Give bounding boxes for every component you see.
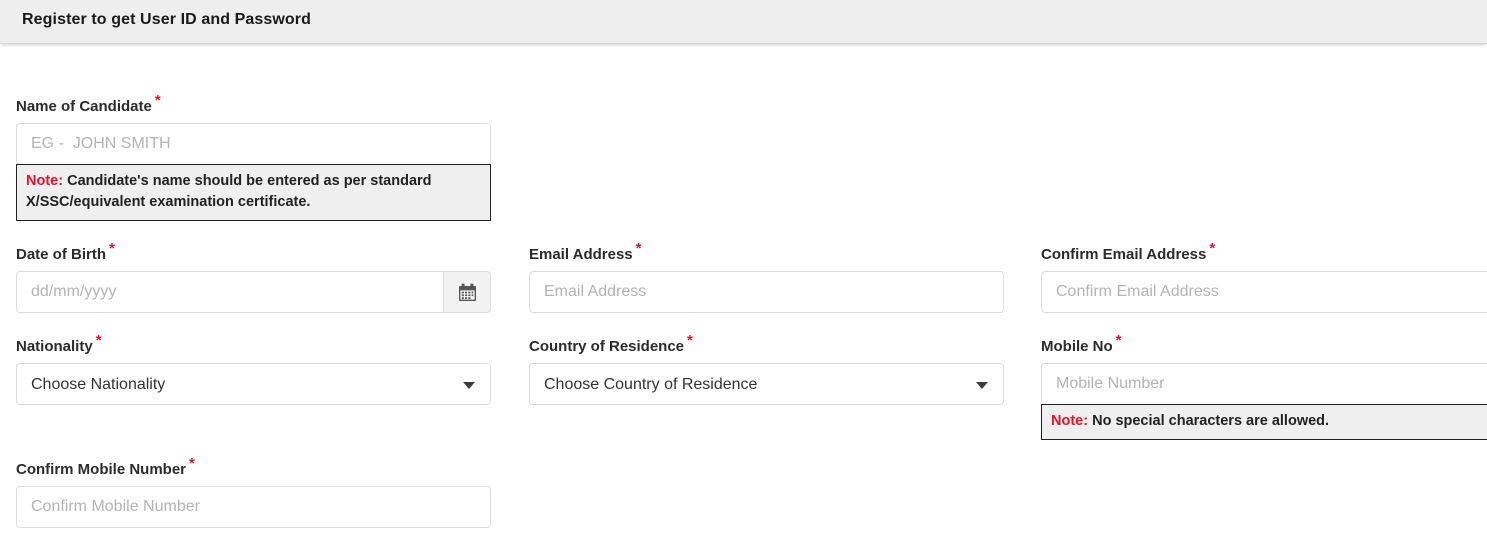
calendar-picker-button[interactable] [443, 271, 491, 313]
required-asterisk: * [189, 455, 195, 472]
nationality-select-box: Choose Nationality [16, 363, 491, 405]
label-text: Nationality [16, 338, 93, 355]
label-mobile-no: Mobile No * [1041, 333, 1487, 356]
label-email-address: Email Address * [529, 241, 1004, 264]
label-text: Confirm Email Address [1041, 246, 1207, 263]
confirm-mobile-number-input[interactable] [16, 486, 491, 528]
mobile-note-box: Note: No special characters are allowed. [1041, 404, 1487, 440]
country-of-residence-select[interactable]: Choose Country of Residence [529, 363, 1004, 405]
required-asterisk: * [95, 332, 102, 349]
nationality-select[interactable]: Choose Nationality [16, 363, 491, 405]
label-nationality: Nationality * [16, 333, 491, 356]
date-of-birth-input-group [16, 271, 491, 313]
required-asterisk: * [1209, 240, 1216, 257]
note-label: Note: [26, 173, 64, 189]
panel-header: Register to get User ID and Password [0, 0, 1487, 44]
required-asterisk: * [154, 92, 161, 109]
note-text: Candidate's name should be entered as pe… [26, 173, 432, 210]
page-title: Register to get User ID and Password [22, 11, 312, 28]
field-confirm-mobile-number: Confirm Mobile Number * [16, 456, 491, 528]
name-note-box: Note: Candidate's name should be entered… [16, 164, 491, 221]
field-mobile-no: Mobile No* Note: No special characters a… [1041, 333, 1487, 440]
label-date-of-birth: Date of Birth * [16, 241, 491, 264]
field-nationality: Nationality * Choose Nationality [16, 333, 491, 405]
label-text: Mobile No [1041, 338, 1113, 355]
required-asterisk: * [109, 240, 115, 257]
label-name-of-candidate: Name of Candidate * [16, 93, 491, 116]
label-confirm-mobile-number: Confirm Mobile Number * [16, 456, 491, 479]
field-date-of-birth: Date of Birth * [16, 241, 491, 313]
note-label: Note: [1051, 413, 1089, 429]
email-address-input[interactable] [529, 271, 1004, 313]
field-email-address: Email Address * [529, 241, 1004, 313]
mobile-no-input[interactable] [1041, 363, 1487, 405]
note-text: No special characters are allowed. [1092, 413, 1330, 429]
label-confirm-email-address: Confirm Email Address * [1041, 241, 1487, 264]
field-name-of-candidate: Name of Candidate* Note: Candidate's nam… [16, 93, 491, 221]
required-asterisk: * [687, 332, 693, 349]
calendar-icon [458, 283, 477, 302]
label-text: Country of Residence [529, 338, 685, 355]
country-of-residence-select-box: Choose Country of Residence [529, 363, 1004, 405]
label-text: Name of Candidate [16, 98, 152, 115]
registration-form: Name of Candidate* Note: Candidate's nam… [0, 44, 1487, 545]
label-text: Date of Birth [16, 246, 106, 263]
label-text: Email Address [529, 246, 633, 263]
confirm-email-address-input[interactable] [1041, 271, 1487, 313]
label-country-of-residence: Country of Residence * [529, 333, 1004, 356]
required-asterisk: * [635, 240, 642, 257]
required-asterisk: * [1115, 332, 1122, 349]
name-of-candidate-input[interactable] [16, 123, 491, 165]
field-country-of-residence: Country of Residence * Choose Country of … [529, 333, 1004, 405]
field-confirm-email-address: Confirm Email Address * [1041, 241, 1487, 313]
date-of-birth-input[interactable] [16, 271, 491, 313]
label-text: Confirm Mobile Number [16, 461, 187, 478]
